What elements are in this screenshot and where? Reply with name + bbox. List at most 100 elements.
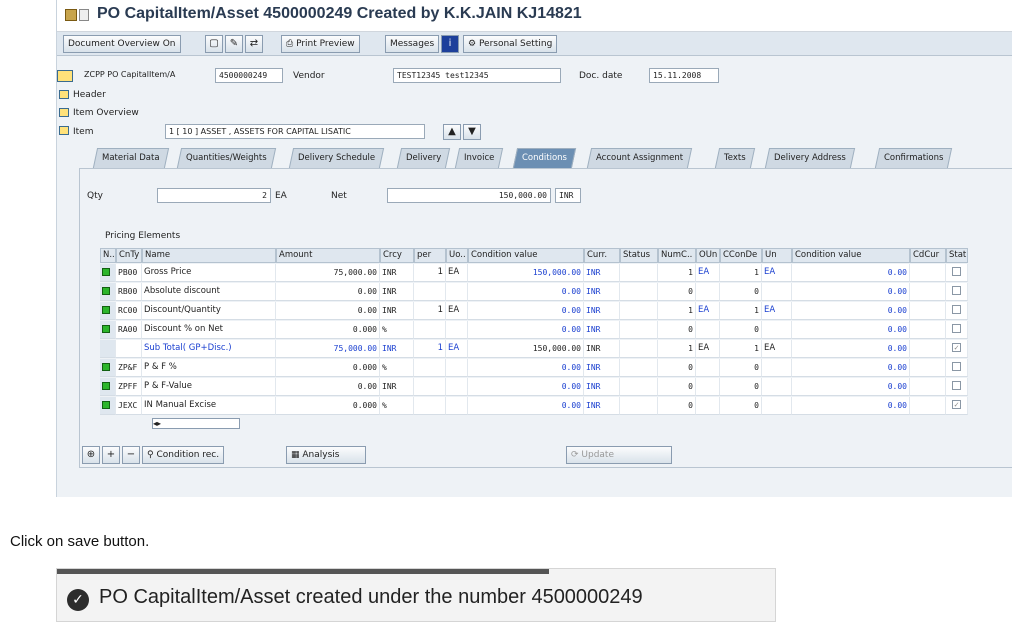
table-cell[interactable]: [946, 264, 968, 282]
table-cell[interactable]: 0.000: [276, 359, 380, 377]
table-cell[interactable]: ZP&F: [116, 359, 142, 377]
vendor-field[interactable]: TEST12345 test12345: [393, 68, 561, 83]
print-preview-button[interactable]: ⎙ Print Preview: [281, 35, 360, 53]
expand-item-icon[interactable]: [59, 126, 69, 135]
table-cell[interactable]: 0.000: [276, 397, 380, 415]
detail-icon[interactable]: ⊕: [82, 446, 100, 464]
table-cell[interactable]: [100, 340, 116, 358]
column-header[interactable]: Un: [762, 248, 792, 263]
table-cell[interactable]: 0.00: [276, 302, 380, 320]
column-header[interactable]: CnTy: [116, 248, 142, 263]
tab-conditions[interactable]: Conditions: [512, 148, 577, 168]
table-cell[interactable]: [100, 283, 116, 301]
table-cell[interactable]: IN Manual Excise: [142, 397, 276, 415]
item-up-arrow-icon[interactable]: ▲: [443, 124, 461, 140]
statistical-checkbox[interactable]: [952, 305, 961, 314]
table-cell[interactable]: [946, 302, 968, 320]
table-cell[interactable]: 75,000.00: [276, 264, 380, 282]
table-scroll-arrows[interactable]: ◂▸: [152, 418, 240, 429]
tab-material-data[interactable]: Material Data: [92, 148, 169, 168]
table-cell[interactable]: ✓: [946, 397, 968, 415]
column-header[interactable]: OUn: [696, 248, 720, 263]
tab-delivery-schedule[interactable]: Delivery Schedule: [288, 148, 385, 168]
table-cell[interactable]: ✓: [946, 340, 968, 358]
column-header[interactable]: Uo..: [446, 248, 468, 263]
expand-item-overview-icon[interactable]: [59, 108, 69, 117]
new-document-icon[interactable]: ▢: [205, 35, 223, 53]
net-field[interactable]: 150,000.00: [387, 188, 551, 203]
table-cell[interactable]: JEXC: [116, 397, 142, 415]
item-select[interactable]: 1 [ 10 ] ASSET , ASSETS FOR CAPITAL LISA…: [165, 124, 425, 139]
tab-confirmations[interactable]: Confirmations: [874, 148, 953, 168]
tab-texts[interactable]: Texts: [714, 148, 755, 168]
edit-pencil-icon[interactable]: ✎: [225, 35, 243, 53]
tab-delivery-address[interactable]: Delivery Address: [764, 148, 855, 168]
item-overview-node[interactable]: Item Overview: [73, 108, 139, 118]
column-header[interactable]: Amount: [276, 248, 380, 263]
table-cell[interactable]: [100, 264, 116, 282]
display-change-icon[interactable]: ⇄: [245, 35, 263, 53]
table-cell[interactable]: Absolute discount: [142, 283, 276, 301]
column-header[interactable]: NumC..: [658, 248, 696, 263]
table-cell[interactable]: PB00: [116, 264, 142, 282]
table-cell[interactable]: [946, 283, 968, 301]
table-cell[interactable]: 75,000.00: [276, 340, 380, 358]
table-cell[interactable]: RB00: [116, 283, 142, 301]
table-cell[interactable]: [100, 359, 116, 377]
column-header[interactable]: Name: [142, 248, 276, 263]
table-cell[interactable]: [100, 397, 116, 415]
analysis-button[interactable]: ▦ Analysis: [286, 446, 366, 464]
column-header[interactable]: per: [414, 248, 446, 263]
column-header[interactable]: Status: [620, 248, 658, 263]
po-number-field[interactable]: 4500000249: [215, 68, 283, 83]
table-cell[interactable]: [946, 321, 968, 339]
table-cell[interactable]: 0.000: [276, 321, 380, 339]
table-cell[interactable]: [100, 378, 116, 396]
table-cell[interactable]: [116, 340, 142, 358]
column-header[interactable]: CConDe: [720, 248, 762, 263]
tab-delivery[interactable]: Delivery: [396, 148, 451, 168]
column-header[interactable]: Curr.: [584, 248, 620, 263]
table-cell[interactable]: RC00: [116, 302, 142, 320]
column-header[interactable]: N..: [100, 248, 116, 263]
tab-account-assignment[interactable]: Account Assignment: [586, 148, 693, 168]
messages-button[interactable]: Messages: [385, 35, 440, 53]
insert-row-icon[interactable]: +: [102, 446, 120, 464]
expand-header-icon[interactable]: [59, 90, 69, 99]
statistical-checkbox[interactable]: [952, 267, 961, 276]
header-node[interactable]: Header: [73, 90, 106, 100]
column-header[interactable]: Crcy: [380, 248, 414, 263]
table-cell[interactable]: [100, 321, 116, 339]
info-icon[interactable]: i: [441, 35, 459, 53]
column-header[interactable]: Condition value: [468, 248, 584, 263]
doc-type-select[interactable]: ZCPP PO CapitalItem/A: [81, 68, 211, 83]
table-cell[interactable]: Discount % on Net: [142, 321, 276, 339]
tab-quantities-weights[interactable]: Quantities/Weights: [176, 148, 276, 168]
statistical-checkbox[interactable]: [952, 381, 961, 390]
statistical-checkbox[interactable]: [952, 286, 961, 295]
document-overview-button[interactable]: Document Overview On: [63, 35, 181, 53]
column-header[interactable]: Stat: [946, 248, 968, 263]
doc-date-field[interactable]: 15.11.2008: [649, 68, 719, 83]
statistical-checkbox[interactable]: ✓: [952, 343, 961, 352]
table-cell[interactable]: P & F %: [142, 359, 276, 377]
table-cell[interactable]: P & F-Value: [142, 378, 276, 396]
table-cell[interactable]: Sub Total( GP+Disc.): [142, 340, 276, 358]
column-header[interactable]: CdCur: [910, 248, 946, 263]
table-cell[interactable]: 0.00: [276, 283, 380, 301]
update-button[interactable]: ⟳ Update: [566, 446, 672, 464]
table-cell[interactable]: [100, 302, 116, 320]
statistical-checkbox[interactable]: ✓: [952, 400, 961, 409]
tab-invoice[interactable]: Invoice: [454, 148, 504, 168]
personal-setting-button[interactable]: ⚙ Personal Setting: [463, 35, 558, 53]
table-cell[interactable]: [946, 359, 968, 377]
table-cell[interactable]: Gross Price: [142, 264, 276, 282]
item-down-arrow-icon[interactable]: ▼: [463, 124, 481, 140]
qty-field[interactable]: 2: [157, 188, 271, 203]
statistical-checkbox[interactable]: [952, 362, 961, 371]
table-cell[interactable]: RA00: [116, 321, 142, 339]
delete-row-icon[interactable]: −: [122, 446, 140, 464]
table-cell[interactable]: ZPFF: [116, 378, 142, 396]
table-cell[interactable]: Discount/Quantity: [142, 302, 276, 320]
condition-record-button[interactable]: ⚲ Condition rec.: [142, 446, 225, 464]
